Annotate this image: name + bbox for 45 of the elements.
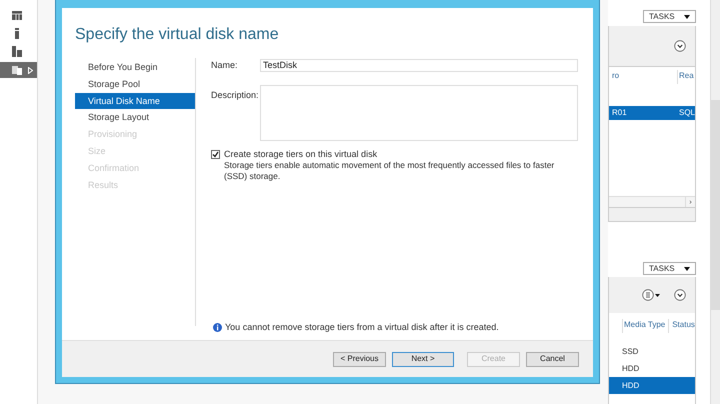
expand-arrow-icon xyxy=(28,66,33,74)
help-text: Storage tiers enable automatic movement of the most frequently accessed files to faster (SSD) storage. xyxy=(224,160,556,182)
vertical-scrollbar[interactable] xyxy=(710,0,720,404)
table-cell: SQL xyxy=(678,107,695,119)
table-cell: HDD xyxy=(622,362,640,374)
dashboard-icon xyxy=(10,9,24,23)
name-field[interactable]: TestDisk xyxy=(260,59,578,72)
file-storage-icon xyxy=(10,63,24,77)
wizard-heading: Specify the virtual disk name xyxy=(74,25,280,45)
table-row[interactable]: HDD xyxy=(609,360,695,377)
tasks-button[interactable]: TASKS xyxy=(643,262,696,275)
caret-icon xyxy=(684,14,690,18)
table-row[interactable]: HDD xyxy=(609,377,695,394)
tasks-button[interactable]: TASKS xyxy=(643,10,696,23)
table-cell-text: R01 xyxy=(611,107,628,119)
column-header[interactable]: Rea xyxy=(678,70,695,84)
column-header[interactable]: Status xyxy=(668,319,695,333)
list-view-icon[interactable] xyxy=(642,289,660,301)
wizard-step[interactable]: Before You Begin xyxy=(75,59,195,76)
expand-icon[interactable] xyxy=(674,40,686,52)
field-label: Description: xyxy=(211,88,260,102)
wizard-step[interactable]: Storage Pool xyxy=(75,76,195,93)
servers-icon xyxy=(10,45,24,59)
field-label: Name: xyxy=(211,59,239,72)
wizard-button[interactable]: < Previous xyxy=(333,352,386,366)
info-icon xyxy=(213,322,222,332)
tiers-checkbox[interactable] xyxy=(211,150,220,158)
column-header[interactable]: Media Type xyxy=(622,319,666,333)
table-cell: HDD xyxy=(622,380,640,392)
table-row[interactable]: SSD xyxy=(609,343,695,360)
caret-icon xyxy=(684,266,690,270)
wizard-step[interactable]: Virtual Disk Name xyxy=(75,92,195,110)
wizard-button[interactable]: Next > xyxy=(392,352,454,366)
table-cell: SSD xyxy=(622,346,638,358)
check-icon xyxy=(212,150,219,158)
table-row[interactable]: R01 SQL xyxy=(609,106,695,120)
scroll-thumb[interactable] xyxy=(711,100,720,310)
wizard-step[interactable]: Storage Layout xyxy=(75,109,195,126)
wizard-button[interactable]: Cancel xyxy=(526,352,579,366)
description-field[interactable] xyxy=(260,84,578,140)
column-header[interactable]: ro xyxy=(609,70,678,84)
info-text: You cannot remove storage tiers from a virtual disk after it is created. xyxy=(225,320,499,334)
checkbox-label: Create storage tiers on this virtual disk xyxy=(224,148,378,160)
sidebar-item[interactable] xyxy=(0,62,37,78)
expand-icon[interactable] xyxy=(674,289,686,301)
